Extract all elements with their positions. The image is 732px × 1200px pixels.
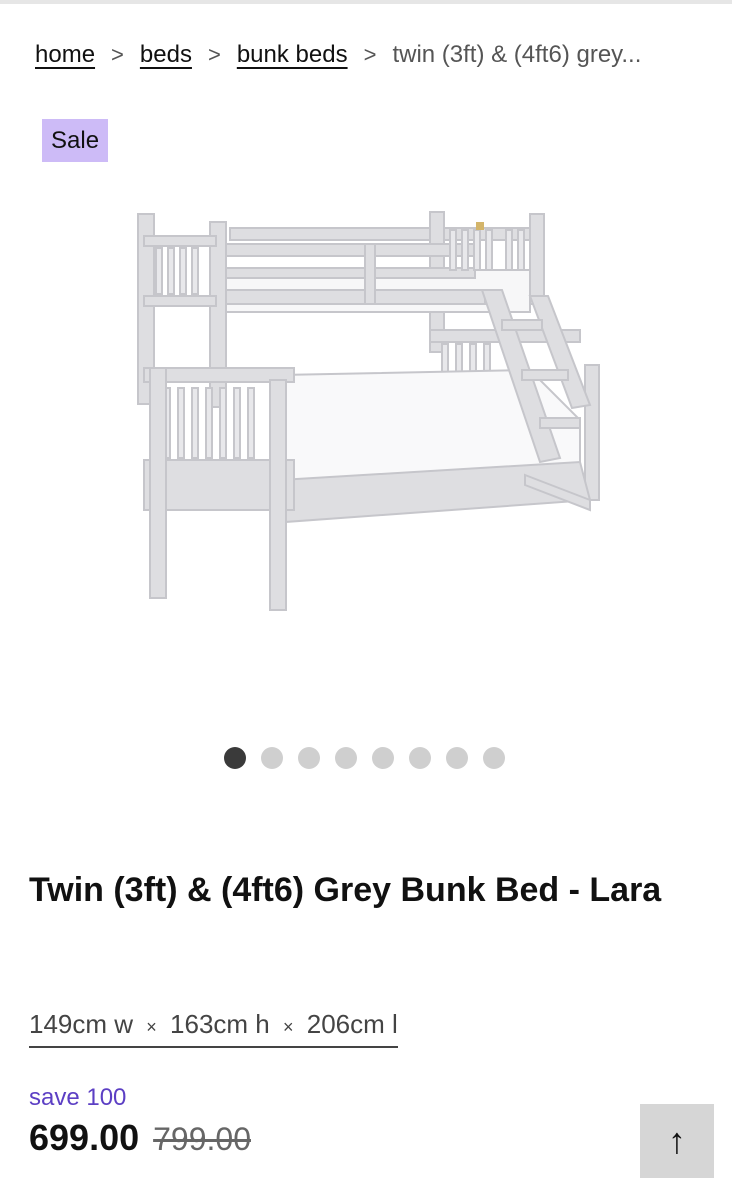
product-image[interactable] — [130, 200, 610, 620]
back-to-top-button[interactable]: ↑ — [640, 1104, 714, 1178]
carousel-dot[interactable] — [446, 747, 468, 769]
dimension-length: 206cm l — [306, 1009, 398, 1039]
dimension-width: 149cm w — [29, 1009, 134, 1039]
grey-bunk-bed-image — [137, 211, 600, 611]
breadcrumb: home > beds > bunk beds > twin (3ft) & (… — [35, 38, 715, 72]
price-row: 699.00 799.00 — [29, 1117, 251, 1159]
carousel-dot[interactable] — [483, 747, 505, 769]
current-price: 699.00 — [29, 1117, 140, 1158]
dimension-height: 163cm h — [170, 1009, 270, 1039]
carousel-dot[interactable] — [298, 747, 320, 769]
dimension-separator: × — [146, 1017, 157, 1037]
breadcrumb-separator: > — [207, 42, 221, 67]
dimension-separator: × — [283, 1017, 294, 1037]
carousel-dot[interactable] — [372, 747, 394, 769]
save-amount: save 100 — [29, 1084, 127, 1111]
arrow-up-icon: ↑ — [668, 1120, 686, 1161]
breadcrumb-home-link[interactable]: home — [35, 41, 95, 69]
sale-badge: Sale — [42, 119, 109, 162]
original-price: 799.00 — [153, 1121, 251, 1157]
top-divider — [0, 0, 732, 4]
breadcrumb-separator: > — [363, 42, 377, 67]
breadcrumb-bunk-beds-link[interactable]: bunk beds — [237, 41, 348, 69]
breadcrumb-beds-link[interactable]: beds — [140, 41, 192, 69]
breadcrumb-current-page: twin (3ft) & (4ft6) grey... — [392, 41, 642, 68]
carousel-dot[interactable] — [224, 747, 246, 769]
breadcrumb-separator: > — [111, 42, 124, 67]
carousel-dot[interactable] — [335, 747, 357, 769]
image-carousel-dots — [224, 747, 505, 771]
carousel-dot[interactable] — [261, 747, 283, 769]
product-title: Twin (3ft) & (4ft6) Grey Bunk Bed - Lara — [29, 871, 662, 909]
carousel-dot[interactable] — [409, 747, 431, 769]
product-dimensions-link[interactable]: 149cm w × 163cm h × 206cm l — [29, 1007, 398, 1048]
